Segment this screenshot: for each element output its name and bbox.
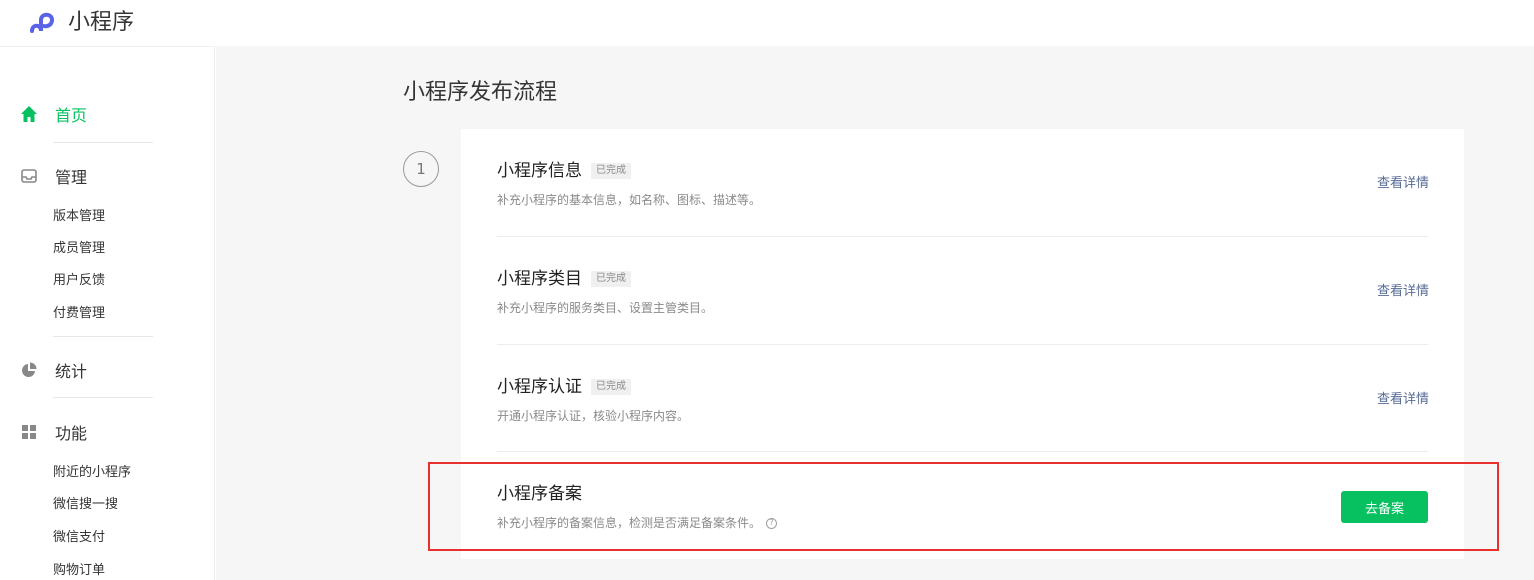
sidebar-item-user-feedback[interactable]: 用户反馈 [53, 272, 105, 290]
row-title-text: 小程序类目 [497, 269, 582, 289]
row-description: 补充小程序的服务类目、设置主管类目。 [497, 301, 714, 315]
sidebar-divider [53, 397, 153, 398]
status-badge: 已完成 [591, 163, 631, 179]
step-row-title: 小程序信息 已完成 [497, 160, 631, 182]
sidebar-item-shopping-orders[interactable]: 购物订单 [53, 562, 105, 580]
nav-manage-label: 管理 [55, 168, 88, 187]
nav-features-label: 功能 [55, 424, 88, 443]
view-details-link[interactable]: 查看详情 [1377, 392, 1429, 408]
brand-title[interactable]: 小程序 [68, 9, 134, 37]
step-number: 1 [403, 151, 439, 187]
sidebar-item-member-management[interactable]: 成员管理 [53, 240, 105, 258]
status-badge: 已完成 [591, 271, 631, 287]
view-details-link[interactable]: 查看详情 [1377, 176, 1429, 192]
sidebar-item-wechat-pay[interactable]: 微信支付 [53, 529, 105, 547]
row-title-text: 小程序信息 [497, 161, 582, 181]
page-title: 小程序发布流程 [403, 80, 558, 105]
sidebar-divider [53, 336, 153, 337]
step-row-title: 小程序类目 已完成 [497, 268, 631, 290]
question-circle-icon[interactable]: ? [766, 517, 778, 529]
step-row-title: 小程序认证 已完成 [497, 376, 631, 398]
row-description: 补充小程序的基本信息，如名称、图标、描述等。 [497, 193, 762, 207]
nav-stats-label: 统计 [55, 362, 88, 381]
top-bar: 小程序 [0, 0, 1534, 46]
status-badge: 已完成 [591, 379, 631, 395]
sidebar-divider [53, 142, 153, 143]
row-description: 开通小程序认证，核验小程序内容。 [497, 409, 690, 423]
go-filing-button[interactable]: 去备案 [1341, 491, 1428, 523]
view-details-link[interactable]: 查看详情 [1377, 284, 1429, 300]
nav-home-label: 首页 [55, 106, 88, 125]
nav-stats[interactable]: 统计 [20, 358, 87, 382]
inbox-icon [20, 167, 38, 185]
grid-icon [20, 423, 38, 441]
row-title-text: 小程序备案 [497, 484, 582, 504]
step-row-title: 小程序备案 [497, 483, 582, 505]
miniprogram-logo-icon[interactable] [28, 9, 58, 39]
row-description: 补充小程序的备案信息，检测是否满足备案条件。 ? [497, 515, 778, 531]
row-divider [497, 344, 1428, 345]
row-title-text: 小程序认证 [497, 377, 582, 397]
sidebar-item-version-management[interactable]: 版本管理 [53, 208, 105, 226]
home-icon [20, 105, 38, 123]
row-description-text: 补充小程序的备案信息，检测是否满足备案条件。 [497, 516, 762, 530]
nav-features[interactable]: 功能 [20, 420, 87, 444]
nav-home[interactable]: 首页 [20, 102, 87, 126]
pie-chart-icon [20, 361, 38, 379]
sidebar-item-wechat-search[interactable]: 微信搜一搜 [53, 496, 118, 514]
row-divider [497, 236, 1428, 237]
sidebar-item-payment-management[interactable]: 付费管理 [53, 305, 105, 323]
row-divider [497, 451, 1428, 452]
nav-manage[interactable]: 管理 [20, 164, 87, 188]
sidebar-divider-top [0, 46, 215, 47]
sidebar-item-nearby-miniprogram[interactable]: 附近的小程序 [53, 464, 131, 482]
